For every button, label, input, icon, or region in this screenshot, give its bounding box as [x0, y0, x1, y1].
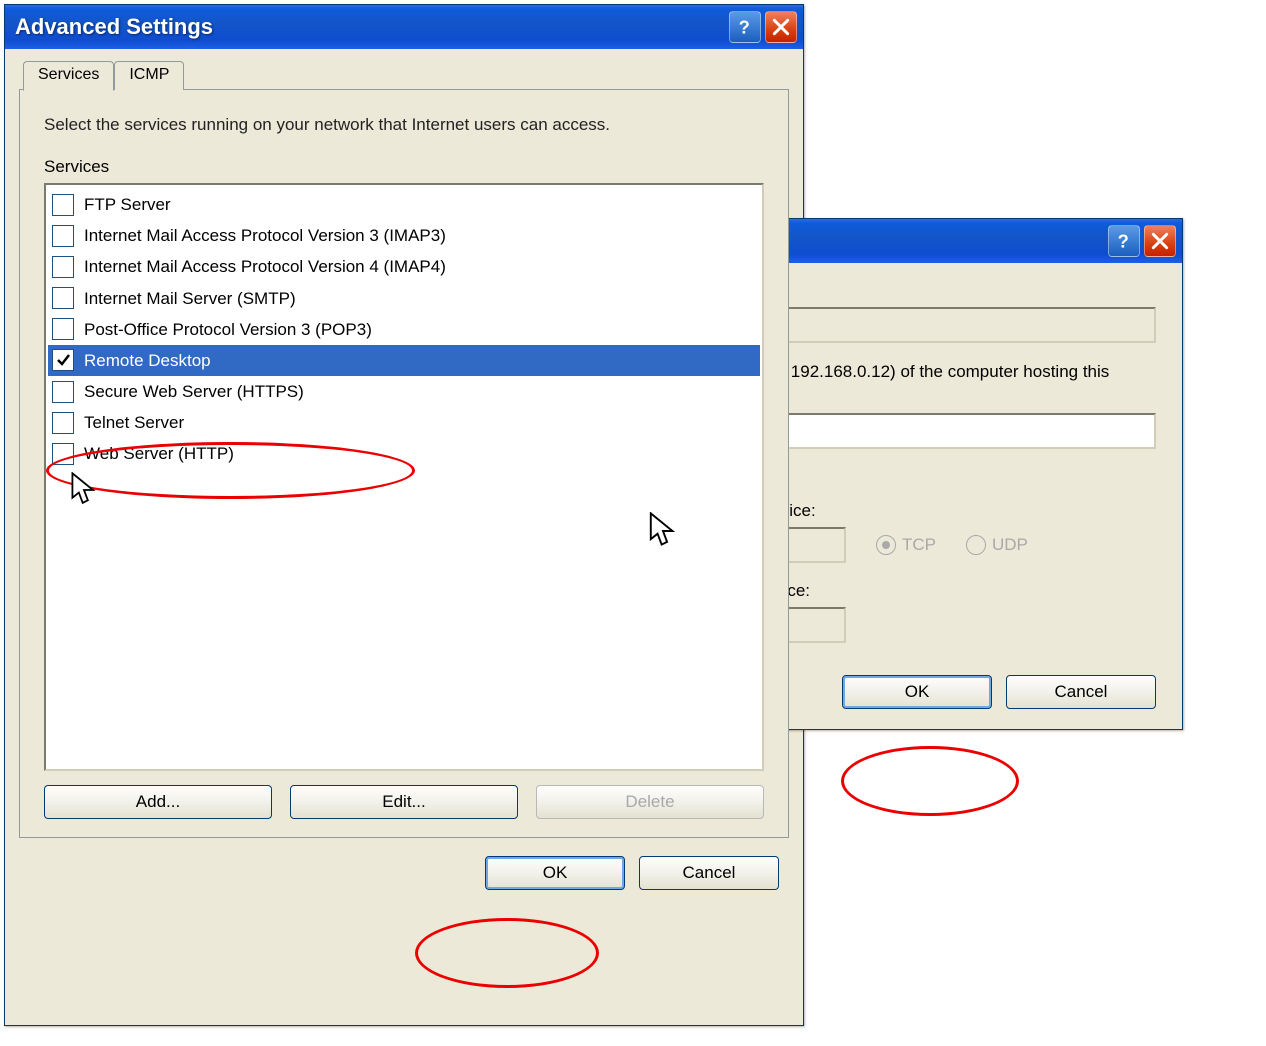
add-button[interactable]: Add... — [44, 785, 272, 819]
tcp-radio: TCP — [876, 535, 936, 555]
close-button[interactable] — [765, 11, 797, 43]
list-item-label: Internet Mail Server (SMTP) — [84, 285, 296, 312]
edit-button[interactable]: Edit... — [290, 785, 518, 819]
checkbox-icon[interactable] — [52, 287, 74, 309]
checkbox-icon[interactable] — [52, 194, 74, 216]
list-item-label: Web Server (HTTP) — [84, 440, 234, 467]
list-item[interactable]: Remote Desktop — [48, 345, 760, 376]
pane-description: Select the services running on your netw… — [44, 114, 764, 137]
cancel-button[interactable]: Cancel — [639, 856, 779, 890]
checkbox-icon[interactable] — [52, 381, 74, 403]
window-title: Advanced Settings — [15, 14, 725, 40]
close-button[interactable] — [1144, 225, 1176, 257]
checkbox-icon[interactable] — [52, 412, 74, 434]
checkbox-icon[interactable] — [52, 256, 74, 278]
tab-icmp[interactable]: ICMP — [114, 61, 184, 90]
list-item[interactable]: Internet Mail Server (SMTP) — [48, 283, 760, 314]
list-item-label: Post-Office Protocol Version 3 (POP3) — [84, 316, 372, 343]
list-item[interactable]: Internet Mail Access Protocol Version 4 … — [48, 251, 760, 282]
list-item-label: FTP Server — [84, 191, 171, 218]
list-item-label: Telnet Server — [84, 409, 184, 436]
delete-button: Delete — [536, 785, 764, 819]
checkbox-icon[interactable] — [52, 349, 74, 371]
checkbox-icon[interactable] — [52, 443, 74, 465]
help-button[interactable]: ? — [729, 11, 761, 43]
list-item-label: Remote Desktop — [84, 347, 211, 374]
list-item[interactable]: Internet Mail Access Protocol Version 3 … — [48, 220, 760, 251]
list-item[interactable]: Secure Web Server (HTTPS) — [48, 376, 760, 407]
ok-button[interactable]: OK — [485, 856, 625, 890]
annotation-ellipse — [841, 746, 1019, 816]
udp-label: UDP — [992, 535, 1028, 555]
list-item-label: Internet Mail Access Protocol Version 4 … — [84, 253, 446, 280]
services-listbox[interactable]: FTP Server Internet Mail Access Protocol … — [44, 183, 764, 771]
udp-radio: UDP — [966, 535, 1028, 555]
advanced-settings-window: Advanced Settings ? Services ICMP Select… — [4, 4, 804, 1026]
tabstrip: Services ICMP — [23, 61, 799, 90]
tcp-label: TCP — [902, 535, 936, 555]
tab-services[interactable]: Services — [23, 61, 114, 91]
cancel-button[interactable]: Cancel — [1006, 675, 1156, 709]
svg-text:?: ? — [739, 16, 750, 37]
services-label: Services — [44, 157, 764, 177]
list-item[interactable]: Web Server (HTTP) — [48, 438, 760, 469]
list-button-row: Add... Edit... Delete — [44, 785, 764, 819]
tab-pane: Select the services running on your netw… — [19, 89, 789, 838]
list-item[interactable]: FTP Server — [48, 189, 760, 220]
list-item[interactable]: Telnet Server — [48, 407, 760, 438]
titlebar-advanced[interactable]: Advanced Settings ? — [5, 5, 803, 49]
help-button[interactable]: ? — [1108, 225, 1140, 257]
dialog-buttons: OK Cancel — [9, 838, 799, 908]
list-item-label: Secure Web Server (HTTPS) — [84, 378, 304, 405]
list-item[interactable]: Post-Office Protocol Version 3 (POP3) — [48, 314, 760, 345]
list-item-label: Internet Mail Access Protocol Version 3 … — [84, 222, 446, 249]
checkbox-icon[interactable] — [52, 318, 74, 340]
svg-text:?: ? — [1118, 230, 1129, 251]
ok-button[interactable]: OK — [842, 675, 992, 709]
checkbox-icon[interactable] — [52, 225, 74, 247]
